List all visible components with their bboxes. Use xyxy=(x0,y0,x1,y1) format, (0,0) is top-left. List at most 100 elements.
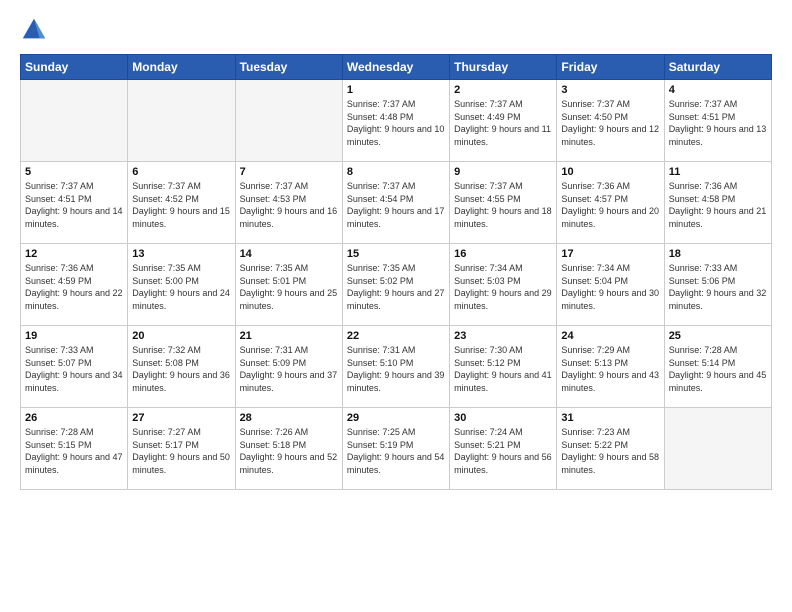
logo-icon xyxy=(20,16,48,44)
calendar-cell: 2Sunrise: 7:37 AMSunset: 4:49 PMDaylight… xyxy=(450,80,557,162)
calendar-cell: 6 Sunrise: 7:37 AMSunset: 4:52 PMDaylight… xyxy=(128,162,235,244)
calendar-cell: 5Sunrise: 7:37 AMSunset: 4:51 PMDaylight… xyxy=(21,162,128,244)
weekday-header-sunday: Sunday xyxy=(21,55,128,80)
day-info: Sunrise: 7:36 AMSunset: 4:58 PMDaylight:… xyxy=(669,180,767,230)
day-number: 3 xyxy=(561,84,659,96)
day-number: 12 xyxy=(25,248,123,260)
day-info: Sunrise: 7:37 AMSunset: 4:48 PMDaylight:… xyxy=(347,98,445,148)
weekday-header-monday: Monday xyxy=(128,55,235,80)
day-number: 4 xyxy=(669,84,767,96)
calendar-cell: 28Sunrise: 7:26 AMSunset: 5:18 PMDayligh… xyxy=(235,408,342,490)
day-number: 15 xyxy=(347,248,445,260)
day-number: 18 xyxy=(669,248,767,260)
day-info: Sunrise: 7:37 AMSunset: 4:51 PMDaylight:… xyxy=(669,98,767,148)
day-number: 28 xyxy=(240,412,338,424)
calendar-cell: 7 Sunrise: 7:37 AMSunset: 4:53 PMDaylight… xyxy=(235,162,342,244)
day-info: Sunrise: 7:32 AMSunset: 5:08 PMDaylight:… xyxy=(132,344,230,394)
calendar-cell: 4 Sunrise: 7:37 AMSunset: 4:51 PMDaylight… xyxy=(664,80,771,162)
calendar-cell: 29 Sunrise: 7:25 AMSunset: 5:19 PMDayligh… xyxy=(342,408,449,490)
week-row-3: 12 Sunrise: 7:36 AMSunset: 4:59 PMDayligh… xyxy=(21,244,772,326)
day-info: Sunrise: 7:36 AMSunset: 4:57 PMDaylight:… xyxy=(561,180,659,230)
day-info: Sunrise: 7:28 AMSunset: 5:15 PMDaylight:… xyxy=(25,426,123,476)
day-info: Sunrise: 7:37 AMSunset: 4:52 PMDaylight:… xyxy=(132,180,230,230)
day-number: 2 xyxy=(454,84,552,96)
calendar-cell xyxy=(21,80,128,162)
day-number: 24 xyxy=(561,330,659,342)
day-number: 1 xyxy=(347,84,445,96)
day-info: Sunrise: 7:35 AMSunset: 5:00 PMDaylight:… xyxy=(132,262,230,312)
week-row-1: 1 Sunrise: 7:37 AMSunset: 4:48 PMDaylight… xyxy=(21,80,772,162)
calendar-cell: 15 Sunrise: 7:35 AMSunset: 5:02 PMDayligh… xyxy=(342,244,449,326)
calendar-cell xyxy=(128,80,235,162)
calendar-cell: 16 Sunrise: 7:34 AMSunset: 5:03 PMDayligh… xyxy=(450,244,557,326)
day-info: Sunrise: 7:37 AMSunset: 4:53 PMDaylight:… xyxy=(240,180,338,230)
calendar-cell: 26Sunrise: 7:28 AMSunset: 5:15 PMDayligh… xyxy=(21,408,128,490)
calendar-cell: 13 Sunrise: 7:35 AMSunset: 5:00 PMDayligh… xyxy=(128,244,235,326)
calendar-cell: 31 Sunrise: 7:23 AMSunset: 5:22 PMDayligh… xyxy=(557,408,664,490)
day-number: 16 xyxy=(454,248,552,260)
day-number: 13 xyxy=(132,248,230,260)
calendar-cell: 24 Sunrise: 7:29 AMSunset: 5:13 PMDayligh… xyxy=(557,326,664,408)
day-number: 9 xyxy=(454,166,552,178)
day-info: Sunrise: 7:36 AMSunset: 4:59 PMDaylight:… xyxy=(25,262,123,312)
day-info: Sunrise: 7:27 AMSunset: 5:17 PMDaylight:… xyxy=(132,426,230,476)
weekday-header-wednesday: Wednesday xyxy=(342,55,449,80)
calendar-cell: 14 Sunrise: 7:35 AMSunset: 5:01 PMDayligh… xyxy=(235,244,342,326)
header xyxy=(20,16,772,44)
day-number: 6 xyxy=(132,166,230,178)
calendar-cell xyxy=(235,80,342,162)
calendar-cell: 19Sunrise: 7:33 AMSunset: 5:07 PMDayligh… xyxy=(21,326,128,408)
day-info: Sunrise: 7:37 AMSunset: 4:51 PMDaylight:… xyxy=(25,180,123,230)
weekday-header-tuesday: Tuesday xyxy=(235,55,342,80)
day-info: Sunrise: 7:37 AMSunset: 4:50 PMDaylight:… xyxy=(561,98,659,148)
logo xyxy=(20,16,52,44)
day-info: Sunrise: 7:33 AMSunset: 5:07 PMDaylight:… xyxy=(25,344,123,394)
day-info: Sunrise: 7:31 AMSunset: 5:09 PMDaylight:… xyxy=(240,344,338,394)
day-number: 7 xyxy=(240,166,338,178)
day-number: 17 xyxy=(561,248,659,260)
day-number: 30 xyxy=(454,412,552,424)
day-info: Sunrise: 7:29 AMSunset: 5:13 PMDaylight:… xyxy=(561,344,659,394)
day-info: Sunrise: 7:28 AMSunset: 5:14 PMDaylight:… xyxy=(669,344,767,394)
calendar-cell: 9 Sunrise: 7:37 AMSunset: 4:55 PMDaylight… xyxy=(450,162,557,244)
day-number: 21 xyxy=(240,330,338,342)
calendar-cell: 12 Sunrise: 7:36 AMSunset: 4:59 PMDayligh… xyxy=(21,244,128,326)
calendar: SundayMondayTuesdayWednesdayThursdayFrid… xyxy=(20,54,772,490)
day-number: 20 xyxy=(132,330,230,342)
calendar-cell: 1 Sunrise: 7:37 AMSunset: 4:48 PMDaylight… xyxy=(342,80,449,162)
weekday-header-friday: Friday xyxy=(557,55,664,80)
weekday-header-saturday: Saturday xyxy=(664,55,771,80)
calendar-cell: 22 Sunrise: 7:31 AMSunset: 5:10 PMDayligh… xyxy=(342,326,449,408)
day-info: Sunrise: 7:24 AMSunset: 5:21 PMDaylight:… xyxy=(454,426,552,476)
page: SundayMondayTuesdayWednesdayThursdayFrid… xyxy=(0,0,792,612)
calendar-cell: 3 Sunrise: 7:37 AMSunset: 4:50 PMDaylight… xyxy=(557,80,664,162)
week-row-4: 19Sunrise: 7:33 AMSunset: 5:07 PMDayligh… xyxy=(21,326,772,408)
day-number: 29 xyxy=(347,412,445,424)
day-number: 11 xyxy=(669,166,767,178)
day-info: Sunrise: 7:23 AMSunset: 5:22 PMDaylight:… xyxy=(561,426,659,476)
day-info: Sunrise: 7:37 AMSunset: 4:54 PMDaylight:… xyxy=(347,180,445,230)
calendar-cell: 11 Sunrise: 7:36 AMSunset: 4:58 PMDayligh… xyxy=(664,162,771,244)
day-info: Sunrise: 7:33 AMSunset: 5:06 PMDaylight:… xyxy=(669,262,767,312)
day-info: Sunrise: 7:34 AMSunset: 5:04 PMDaylight:… xyxy=(561,262,659,312)
calendar-cell: 25Sunrise: 7:28 AMSunset: 5:14 PMDayligh… xyxy=(664,326,771,408)
day-number: 8 xyxy=(347,166,445,178)
day-info: Sunrise: 7:31 AMSunset: 5:10 PMDaylight:… xyxy=(347,344,445,394)
day-info: Sunrise: 7:35 AMSunset: 5:01 PMDaylight:… xyxy=(240,262,338,312)
day-info: Sunrise: 7:35 AMSunset: 5:02 PMDaylight:… xyxy=(347,262,445,312)
calendar-cell: 18 Sunrise: 7:33 AMSunset: 5:06 PMDayligh… xyxy=(664,244,771,326)
week-row-2: 5Sunrise: 7:37 AMSunset: 4:51 PMDaylight… xyxy=(21,162,772,244)
week-row-5: 26Sunrise: 7:28 AMSunset: 5:15 PMDayligh… xyxy=(21,408,772,490)
weekday-header-row: SundayMondayTuesdayWednesdayThursdayFrid… xyxy=(21,55,772,80)
day-info: Sunrise: 7:37 AMSunset: 4:55 PMDaylight:… xyxy=(454,180,552,230)
calendar-cell: 27 Sunrise: 7:27 AMSunset: 5:17 PMDayligh… xyxy=(128,408,235,490)
calendar-cell: 21 Sunrise: 7:31 AMSunset: 5:09 PMDayligh… xyxy=(235,326,342,408)
day-number: 31 xyxy=(561,412,659,424)
day-info: Sunrise: 7:34 AMSunset: 5:03 PMDaylight:… xyxy=(454,262,552,312)
day-number: 22 xyxy=(347,330,445,342)
day-number: 14 xyxy=(240,248,338,260)
day-info: Sunrise: 7:25 AMSunset: 5:19 PMDaylight:… xyxy=(347,426,445,476)
calendar-cell: 30 Sunrise: 7:24 AMSunset: 5:21 PMDayligh… xyxy=(450,408,557,490)
calendar-cell xyxy=(664,408,771,490)
day-number: 27 xyxy=(132,412,230,424)
